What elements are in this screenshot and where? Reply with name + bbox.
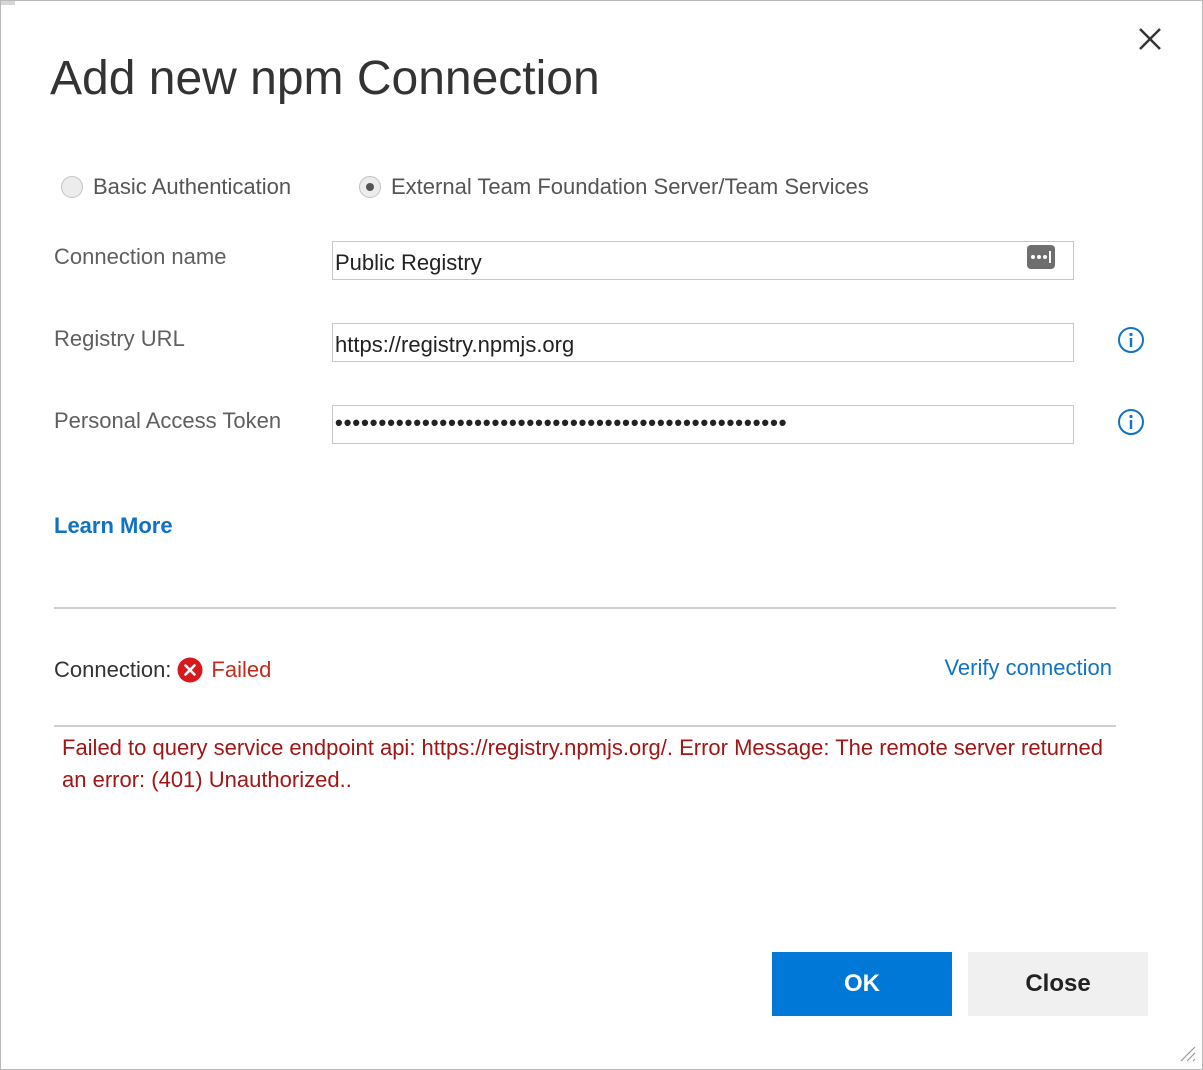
ok-button[interactable]: OK bbox=[772, 952, 952, 1016]
personal-access-token-input[interactable]: ••••••••••••••••••••••••••••••••••••••••… bbox=[332, 405, 1074, 444]
password-manager-icon[interactable] bbox=[1027, 245, 1055, 269]
radio-button-icon[interactable] bbox=[61, 176, 83, 198]
verify-connection-link[interactable]: Verify connection bbox=[944, 655, 1112, 681]
connection-status-row: Connection: Failed bbox=[54, 653, 271, 687]
radio-label: Basic Authentication bbox=[93, 174, 292, 199]
background-window-edge bbox=[1, 1, 15, 5]
connection-status-text: Failed bbox=[211, 657, 272, 682]
radio-basic-authentication[interactable]: Basic Authentication bbox=[61, 171, 291, 203]
radio-button-selected-icon[interactable] bbox=[359, 176, 381, 198]
radio-label: External Team Foundation Server/Team Ser… bbox=[391, 174, 869, 199]
personal-access-token-label: Personal Access Token bbox=[54, 408, 282, 433]
info-icon[interactable] bbox=[1117, 326, 1145, 354]
info-icon[interactable] bbox=[1117, 408, 1145, 436]
add-npm-connection-dialog: Add new npm Connection Basic Authenticat… bbox=[0, 0, 1203, 1070]
learn-more-link[interactable]: Learn More bbox=[54, 513, 173, 539]
close-button[interactable]: Close bbox=[968, 952, 1148, 1016]
divider bbox=[54, 607, 1116, 609]
connection-status-label: Connection: bbox=[54, 657, 172, 682]
connection-name-input[interactable] bbox=[332, 241, 1074, 280]
radio-external-tfs[interactable]: External Team Foundation Server/Team Ser… bbox=[359, 171, 869, 203]
error-message: Failed to query service endpoint api: ht… bbox=[62, 735, 1103, 792]
resize-grip-icon[interactable] bbox=[1177, 1043, 1197, 1063]
connection-name-label: Connection name bbox=[54, 244, 227, 269]
registry-url-input[interactable] bbox=[332, 323, 1074, 362]
close-icon[interactable] bbox=[1133, 22, 1167, 56]
dialog-title: Add new npm Connection bbox=[50, 52, 600, 105]
divider bbox=[54, 725, 1116, 727]
error-icon bbox=[177, 657, 203, 683]
registry-url-label: Registry URL bbox=[54, 326, 185, 351]
